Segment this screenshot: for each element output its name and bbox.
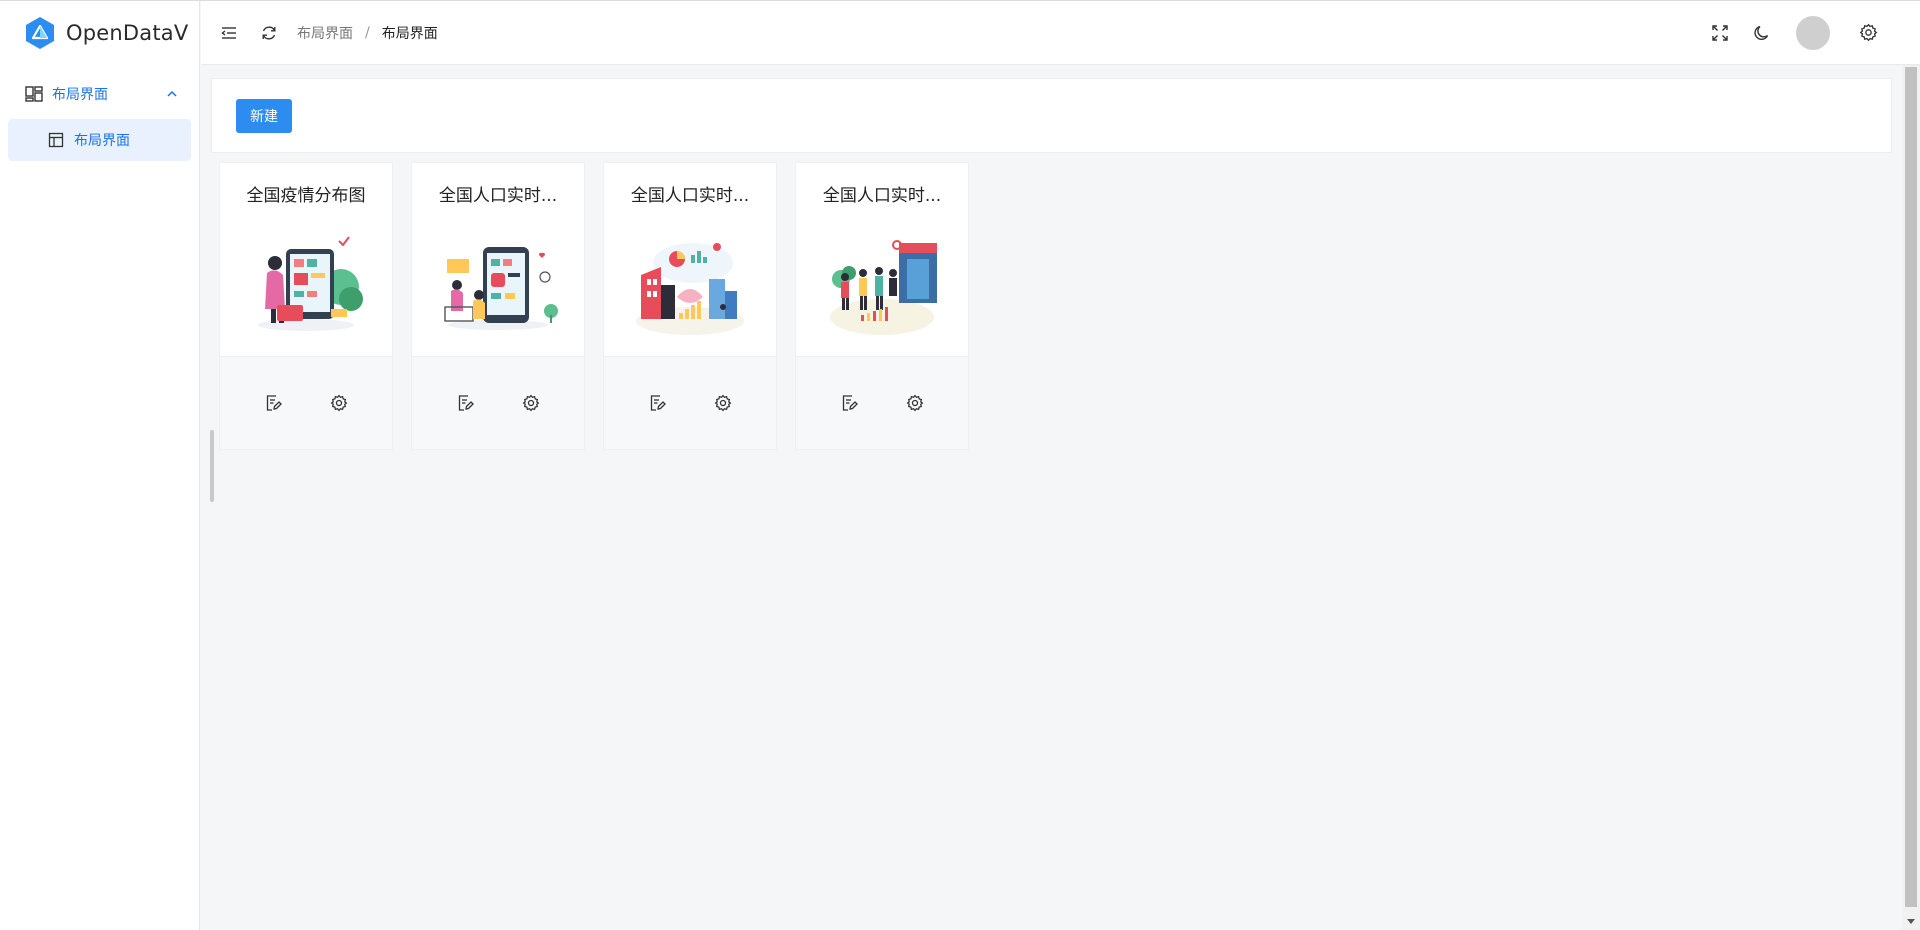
city-data-illustration-icon xyxy=(636,243,744,335)
card-thumbnail xyxy=(604,229,776,339)
gear-icon xyxy=(330,394,348,412)
sidebar-resize-handle[interactable] xyxy=(210,430,214,502)
logo[interactable]: OpenDataV xyxy=(0,1,199,65)
gear-icon xyxy=(1859,23,1877,42)
menu-fold-icon xyxy=(221,26,236,39)
card-actions xyxy=(412,356,584,449)
edit-button[interactable] xyxy=(646,392,668,414)
fullscreen-icon xyxy=(1712,24,1728,41)
breadcrumb-separator: / xyxy=(365,24,370,41)
gear-icon xyxy=(522,394,540,412)
scrollbar-thumb[interactable] xyxy=(1905,67,1917,907)
edit-icon xyxy=(266,395,282,411)
card-title: 全国疫情分布图 xyxy=(246,186,366,206)
edit-icon xyxy=(842,395,858,411)
sidebar-item-layout[interactable]: 布局界面 xyxy=(8,119,191,161)
top-header: 布局界面 / 布局界面 xyxy=(201,1,1920,65)
theme-toggle-button[interactable] xyxy=(1750,21,1774,45)
new-button[interactable]: 新建 xyxy=(236,99,292,133)
project-card[interactable]: 全国人口实时... xyxy=(795,162,969,450)
settings-button[interactable] xyxy=(1856,21,1880,45)
chevron-up-icon xyxy=(167,90,177,97)
vertical-scrollbar[interactable] xyxy=(1902,65,1920,930)
app-name: OpenDataV xyxy=(66,21,189,45)
menu-group-header[interactable]: 布局界面 xyxy=(0,73,199,115)
project-card[interactable]: 全国人口实时... xyxy=(603,162,777,450)
refresh-icon xyxy=(262,25,276,40)
refresh-button[interactable] xyxy=(257,21,281,45)
card-settings-button[interactable] xyxy=(712,392,734,414)
card-thumbnail xyxy=(220,229,392,339)
card-title: 全国人口实时... xyxy=(438,186,558,206)
edit-button[interactable] xyxy=(838,392,860,414)
table-layout-icon xyxy=(48,132,64,148)
project-card-list: 全国疫情分布图 全国人口实时... 全国人口实时... 全国人口实时... xyxy=(219,162,987,450)
menu-group-layout: 布局界面 布局界面 xyxy=(0,73,199,161)
project-card[interactable]: 全国人口实时... xyxy=(411,162,585,450)
card-actions xyxy=(220,356,392,449)
breadcrumb: 布局界面 / 布局界面 xyxy=(297,23,438,43)
card-thumbnail xyxy=(412,229,584,339)
card-thumbnail xyxy=(796,229,968,339)
edit-button[interactable] xyxy=(262,392,284,414)
collapse-menu-button[interactable] xyxy=(217,21,241,45)
header-actions xyxy=(1690,15,1880,50)
gear-icon xyxy=(906,394,924,412)
project-card[interactable]: 全国疫情分布图 xyxy=(219,162,393,450)
breadcrumb-current: 布局界面 xyxy=(381,25,438,42)
moon-icon xyxy=(1754,25,1769,40)
sidebar-item-label: 布局界面 xyxy=(74,133,130,149)
card-settings-button[interactable] xyxy=(328,392,350,414)
team-analytics-illustration-icon xyxy=(830,240,937,335)
dashboard-layout-icon xyxy=(25,86,43,102)
card-title: 全国人口实时... xyxy=(630,186,750,206)
breadcrumb-item[interactable]: 布局界面 xyxy=(297,23,353,43)
online-shopping-illustration-icon xyxy=(444,247,558,330)
card-title: 全国人口实时... xyxy=(822,186,942,206)
card-actions xyxy=(604,356,776,449)
card-settings-button[interactable] xyxy=(520,392,542,414)
shopping-illustration-icon xyxy=(258,236,363,331)
fullscreen-button[interactable] xyxy=(1708,21,1732,45)
card-actions xyxy=(796,356,968,449)
toolbar: 新建 xyxy=(211,78,1892,153)
gear-icon xyxy=(714,394,732,412)
sidebar: OpenDataV 布局界面 布局界面 xyxy=(0,1,200,930)
edit-icon xyxy=(458,395,474,411)
edit-icon xyxy=(650,395,666,411)
edit-button[interactable] xyxy=(454,392,476,414)
menu-group-label: 布局界面 xyxy=(52,87,108,103)
card-settings-button[interactable] xyxy=(904,392,926,414)
scroll-down-arrow-icon[interactable] xyxy=(1906,916,1916,926)
user-avatar[interactable] xyxy=(1796,15,1830,50)
opendatav-logo-icon xyxy=(26,17,54,49)
